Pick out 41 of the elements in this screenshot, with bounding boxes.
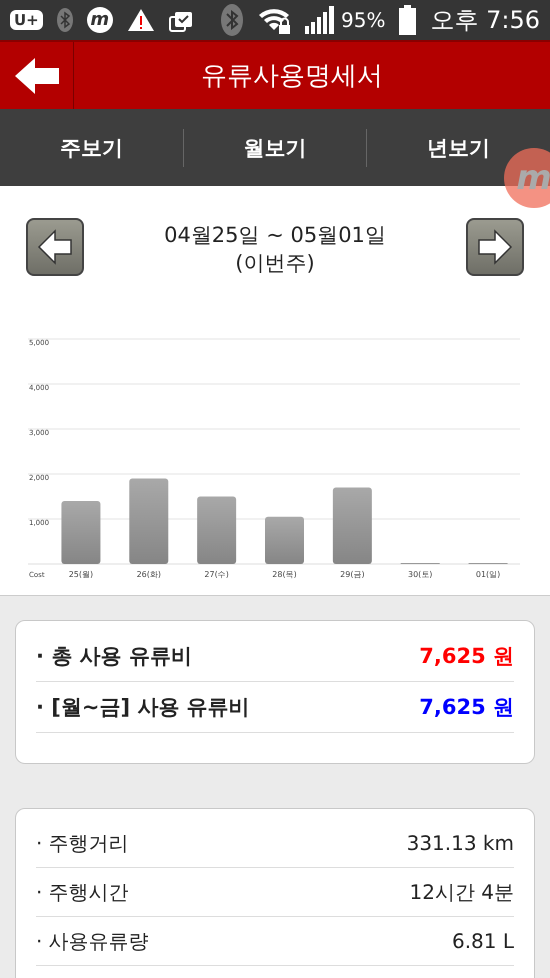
warning-icon	[126, 8, 155, 32]
stat-label: · 주행거리	[36, 830, 129, 856]
battery-icon	[399, 5, 416, 35]
bar	[197, 496, 236, 564]
stat-label: · 주행시간	[36, 878, 129, 906]
carrier-icon: U+	[10, 10, 43, 30]
x-tick-label: 25(월)	[68, 570, 94, 579]
bar	[61, 501, 100, 564]
clock-time: 오후 7:56	[430, 5, 540, 36]
cost-label: · 총 사용 유류비	[36, 643, 192, 670]
cost-label: · [월~금] 사용 유류비	[36, 694, 250, 721]
app-icon: m	[86, 7, 113, 33]
x-tick-label: 01(일)	[476, 570, 500, 579]
x-tick-label: 28(목)	[272, 570, 297, 579]
cost-value: 7,625 원	[419, 643, 514, 670]
view-tab[interactable]: 월보기	[240, 128, 310, 168]
view-tab[interactable]: 주보기	[56, 128, 127, 168]
header-title: 유류사용명세서	[201, 60, 383, 93]
previous-button[interactable]	[26, 218, 84, 276]
wifi-lock-icon	[257, 6, 292, 34]
x-tick-label: 29(금)	[340, 570, 365, 579]
bar	[265, 516, 304, 564]
x-tick-label: 26(화)	[136, 570, 161, 579]
view-tab[interactable]: 년보기	[423, 128, 494, 168]
stat-value: 6.81 L	[452, 929, 514, 953]
battery-percent: 95%	[341, 8, 386, 32]
stat-value: 331.13 km	[406, 831, 514, 855]
left-arrow-icon	[37, 229, 73, 265]
stat-value: 12시간 4분	[409, 878, 514, 906]
bluetooth-icon	[56, 8, 73, 32]
bluetooth-icon	[221, 4, 244, 36]
x-tick-label: 30(토)	[408, 570, 432, 579]
cost-value: 7,625 원	[419, 694, 514, 721]
right-arrow-icon	[477, 229, 513, 265]
stat-label: · 사용유류량	[36, 928, 149, 954]
next-button[interactable]	[466, 218, 524, 276]
date-range: 04월25일 ~ 05월01일	[164, 222, 386, 249]
signal-icon	[305, 6, 336, 34]
x-tick-label: 27(수)	[204, 570, 229, 579]
back-arrow-icon	[12, 56, 60, 96]
week-note: (이번주)	[235, 250, 315, 277]
